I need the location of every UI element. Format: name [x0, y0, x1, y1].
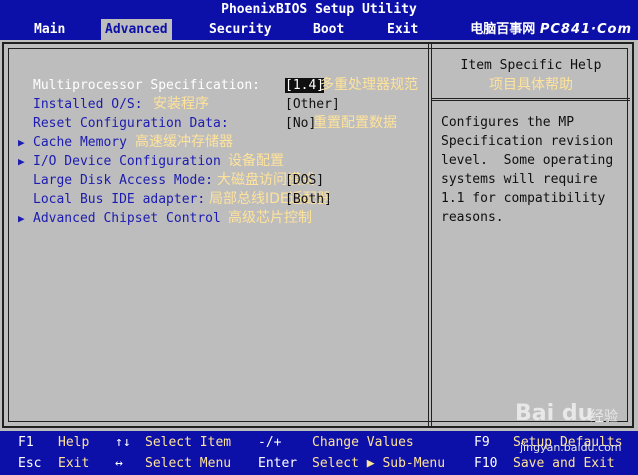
baidu-logo: Bai du	[515, 401, 594, 426]
submenu-arrow-icon: ▶	[18, 136, 25, 149]
key-f10: F10	[474, 456, 498, 471]
key-esc-action: Exit	[58, 456, 90, 471]
key-enter: Enter	[258, 456, 298, 471]
tab-boot[interactable]: Boot	[309, 19, 348, 40]
tab-security[interactable]: Security	[205, 19, 276, 40]
item-value[interactable]: [Both]	[285, 190, 332, 209]
item-note-cn: 安装程序	[153, 96, 209, 112]
item-label: Reset Configuration Data:	[33, 116, 229, 131]
tab-exit[interactable]: Exit	[383, 19, 422, 40]
key-enter-action: Select ▶ Sub-Menu	[312, 456, 446, 471]
key-f1-action: Help	[58, 435, 90, 450]
panel-divider	[428, 44, 432, 426]
item-note-cn: 高级芯片控制	[228, 210, 312, 226]
submenu-arrow-icon: ▶	[18, 212, 25, 225]
item-note-cn: 设备配置	[228, 153, 284, 169]
bios-title: PhoenixBIOS Setup Utility	[0, 0, 638, 19]
item-note-cn: 多重处理器规范	[320, 77, 418, 93]
key-f9: F9	[474, 435, 490, 450]
help-title: Item Specific Help	[460, 58, 602, 73]
item-label: Cache Memory	[33, 135, 127, 150]
submenu-arrow-icon: ▶	[18, 155, 25, 168]
help-title-cn: 项目具体帮助	[489, 77, 573, 93]
baidu-logo-cn: 经验	[590, 409, 618, 425]
help-separator	[432, 98, 630, 101]
key-esc: Esc	[18, 456, 42, 471]
item-note-cn: 重置配置数据	[313, 115, 397, 131]
item-value[interactable]: [DOS]	[285, 171, 324, 190]
item-value[interactable]: [No]	[285, 114, 316, 133]
menu-bar: Main Advanced Security Boot Exit 电脑百事网 P…	[0, 19, 638, 40]
item-label: Local Bus IDE adapter:	[33, 192, 206, 207]
help-text: Configures the MP Specification revision…	[441, 115, 614, 225]
tab-main[interactable]: Main	[30, 19, 69, 40]
item-value[interactable]: [Other]	[285, 95, 340, 114]
key-updown-action: Select Item	[145, 435, 232, 450]
key-leftright: ↔	[115, 456, 123, 471]
key-updown: ↑↓	[115, 435, 131, 450]
item-value[interactable]: [1.4]	[285, 76, 325, 95]
baidu-url: jingyan.baidu.com	[520, 441, 622, 454]
item-label: Large Disk Access Mode:	[33, 173, 214, 188]
key-f1: F1	[18, 435, 34, 450]
tab-advanced[interactable]: Advanced	[101, 19, 172, 40]
key-f10-action: Save and Exit	[513, 456, 615, 471]
key-plusminus: -/+	[258, 435, 282, 450]
item-note-cn: 高速缓冲存储器	[135, 134, 233, 150]
watermark-pc841: 电脑百事网 PC841·Com	[470, 22, 632, 37]
item-label: Multiprocessor Specification:	[33, 78, 260, 93]
item-label: I/O Device Configuration	[33, 154, 221, 169]
item-label: Advanced Chipset Control	[33, 211, 221, 226]
key-leftright-action: Select Menu	[145, 456, 232, 471]
item-label: Installed O/S:	[33, 97, 143, 112]
key-plusminus-action: Change Values	[312, 435, 414, 450]
